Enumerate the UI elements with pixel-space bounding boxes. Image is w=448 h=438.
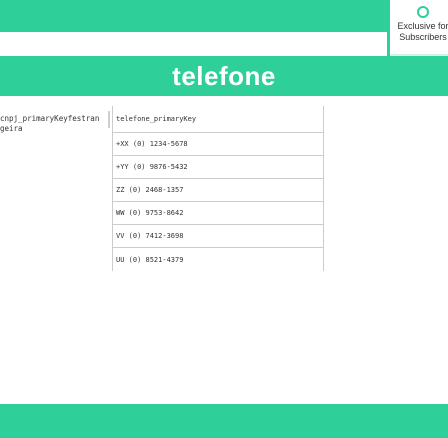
page-title: telefone: [172, 60, 276, 91]
badge-line-2: Subscribers: [399, 32, 447, 42]
left-column-label: cnpj_primaryKeyfestran geira: [0, 114, 100, 133]
table-row: UU (0) 8521-4379: [116, 255, 184, 264]
table-row: +YY (0) 9876-5432: [113, 156, 323, 179]
page-title-bar: telefone: [0, 56, 448, 96]
subscriber-badge[interactable]: Exclusive for Subscribers: [387, 0, 448, 58]
telefone-table: telefone_primaryKey +XX (0) 1234-5678 +Y…: [112, 106, 324, 271]
top-accent-bar: [0, 0, 387, 32]
table-header: telefone_primaryKey: [113, 106, 323, 133]
table-row: ZZ (0) 2468-1357: [113, 179, 323, 202]
table-row: WW (0) 9753-8642: [113, 202, 323, 225]
bottom-accent-bar: [0, 404, 448, 438]
table-row: VV (0) 7412-3698: [113, 225, 323, 248]
badge-circle-icon: [417, 6, 429, 18]
table-row: +XX (0) 1234-5678: [113, 133, 323, 156]
column-divider: [108, 111, 110, 128]
badge-line-1: Exclusive for: [397, 21, 448, 31]
